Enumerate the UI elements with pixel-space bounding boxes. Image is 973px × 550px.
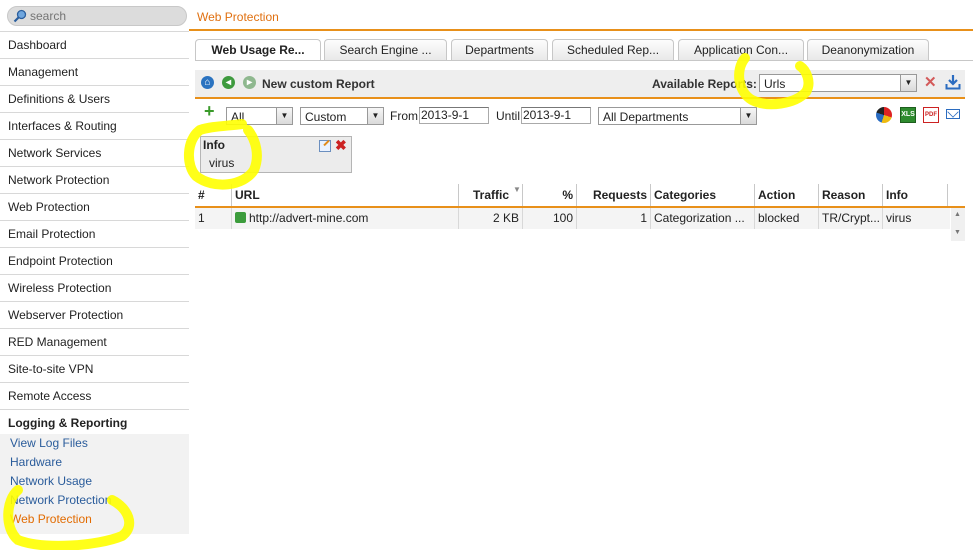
- close-icon[interactable]: ✕: [924, 73, 937, 91]
- download-icon[interactable]: [945, 74, 961, 90]
- new-custom-report-link[interactable]: New custom Report: [262, 77, 375, 91]
- sidebar: Dashboard Management Definitions & Users…: [0, 0, 189, 550]
- cell-info: virus: [882, 208, 948, 229]
- page-title: Web Protection: [197, 10, 279, 24]
- sidebar-item-remote-access[interactable]: Remote Access: [0, 383, 189, 410]
- sidebar-item-interfaces-routing[interactable]: Interfaces & Routing: [0, 113, 189, 140]
- subnav-item-network-protection[interactable]: Network Protection: [0, 491, 189, 510]
- sidebar-item-dashboard[interactable]: Dashboard: [0, 32, 189, 59]
- back-arrow-icon[interactable]: ◂: [222, 76, 235, 89]
- table-row[interactable]: 1 http://advert-mine.com 2 KB 100 1 Cate…: [195, 208, 950, 229]
- mail-icon[interactable]: [946, 109, 960, 119]
- column-header-reason[interactable]: Reason: [818, 184, 882, 206]
- header-divider: [189, 29, 973, 31]
- available-reports-select[interactable]: Urls ▼: [759, 74, 917, 92]
- column-header-url[interactable]: URL: [231, 184, 458, 206]
- sidebar-item-definitions-users[interactable]: Definitions & Users: [0, 86, 189, 113]
- report-toolbar: ⌂ ◂ ▸ New custom Report Available Report…: [195, 70, 965, 99]
- excel-icon[interactable]: XLS: [900, 107, 916, 123]
- range-value: Custom: [305, 110, 347, 124]
- edit-icon[interactable]: [319, 140, 331, 152]
- department-value: All Departments: [603, 110, 689, 124]
- sidebar-item-endpoint-protection[interactable]: Endpoint Protection: [0, 248, 189, 275]
- remove-icon[interactable]: ✖: [335, 137, 347, 154]
- tab-web-usage-report[interactable]: Web Usage Re...: [195, 39, 321, 61]
- scroll-up-icon[interactable]: ▲: [954, 211, 961, 218]
- sidebar-item-network-protection[interactable]: Network Protection: [0, 167, 189, 194]
- chevron-down-icon[interactable]: ▼: [367, 108, 383, 124]
- tab-deanonymization[interactable]: Deanonymization: [807, 39, 929, 60]
- cell-action: blocked: [754, 208, 818, 229]
- from-label: From: [390, 109, 418, 123]
- tab-scheduled-reports[interactable]: Scheduled Rep...: [552, 39, 674, 60]
- filter-bar: + All ▼ Custom ▼ From 2013-9-1 Until 201…: [195, 99, 965, 129]
- department-select[interactable]: All Departments ▼: [598, 107, 757, 125]
- add-icon[interactable]: +: [204, 102, 215, 120]
- cell-url[interactable]: http://advert-mine.com: [231, 208, 458, 229]
- until-date-field[interactable]: 2013-9-1: [521, 107, 591, 124]
- search-box[interactable]: [7, 6, 187, 26]
- column-header-action[interactable]: Action: [754, 184, 818, 206]
- chevron-down-icon[interactable]: ▼: [740, 108, 756, 124]
- cell-number: 1: [198, 211, 205, 225]
- column-header-number[interactable]: #: [195, 184, 231, 206]
- cell-reason: TR/Crypt...: [818, 208, 882, 229]
- info-filter-title: Info: [203, 138, 225, 152]
- pdf-icon[interactable]: PDF: [923, 107, 939, 123]
- sidebar-subnav: View Log Files Hardware Network Usage Ne…: [0, 434, 189, 534]
- sidebar-item-management[interactable]: Management: [0, 59, 189, 86]
- scrollbar[interactable]: ▲ ▼: [951, 208, 965, 241]
- search-input[interactable]: [30, 9, 180, 23]
- column-header-info[interactable]: Info: [882, 184, 948, 206]
- scope-select[interactable]: All ▼: [226, 107, 293, 125]
- until-label: Until: [496, 109, 521, 123]
- column-header-categories[interactable]: Categories: [650, 184, 754, 206]
- cell-url-text: http://advert-mine.com: [249, 211, 369, 225]
- tab-search-engine[interactable]: Search Engine ...: [324, 39, 447, 60]
- cell-percent: 100: [522, 208, 576, 229]
- available-reports-label: Available Reports:: [652, 77, 757, 91]
- column-header-traffic-label: Traffic: [472, 188, 509, 202]
- available-reports-value: Urls: [764, 77, 786, 91]
- home-icon[interactable]: ⌂: [201, 76, 214, 89]
- sidebar-item-red-management[interactable]: RED Management: [0, 329, 189, 356]
- range-select[interactable]: Custom ▼: [300, 107, 384, 125]
- chevron-down-icon[interactable]: ▼: [900, 75, 916, 91]
- subnav-item-hardware[interactable]: Hardware: [0, 453, 189, 472]
- chevron-down-icon[interactable]: ▼: [276, 108, 292, 124]
- from-date-field[interactable]: 2013-9-1: [419, 107, 489, 124]
- subnav-item-network-usage[interactable]: Network Usage: [0, 472, 189, 491]
- sidebar-item-wireless-protection[interactable]: Wireless Protection: [0, 275, 189, 302]
- sidebar-item-webserver-protection[interactable]: Webserver Protection: [0, 302, 189, 329]
- table-header: # URL Traffic ▼ % Requests Categories Ac…: [195, 184, 965, 208]
- cell-traffic: 2 KB: [458, 208, 522, 229]
- url-link-icon: [235, 212, 246, 223]
- scroll-down-icon[interactable]: ▼: [954, 229, 961, 236]
- subnav-item-web-protection[interactable]: Web Protection: [0, 510, 189, 529]
- info-filter-value: virus: [209, 156, 235, 170]
- nav-list: Dashboard Management Definitions & Users…: [0, 32, 189, 436]
- cell-requests: 1: [576, 208, 650, 229]
- pie-chart-icon[interactable]: [876, 107, 892, 123]
- forward-arrow-icon[interactable]: ▸: [243, 76, 256, 89]
- sidebar-item-email-protection[interactable]: Email Protection: [0, 221, 189, 248]
- search-icon: [13, 9, 27, 23]
- tab-departments[interactable]: Departments: [451, 39, 548, 60]
- sidebar-item-network-services[interactable]: Network Services: [0, 140, 189, 167]
- column-header-requests[interactable]: Requests: [576, 184, 650, 206]
- tab-underline: [195, 60, 973, 61]
- sidebar-item-web-protection[interactable]: Web Protection: [0, 194, 189, 221]
- cell-categories: Categorization ...: [650, 208, 754, 229]
- subnav-item-view-log-files[interactable]: View Log Files: [0, 434, 189, 453]
- column-header-percent[interactable]: %: [522, 184, 576, 206]
- tab-application-control[interactable]: Application Con...: [678, 39, 804, 60]
- info-filter-box: Info virus ✖: [200, 136, 352, 173]
- scope-value: All: [231, 110, 245, 124]
- sort-arrow-icon[interactable]: ▼: [513, 185, 521, 194]
- sidebar-item-logging-reporting[interactable]: Logging & Reporting: [0, 410, 189, 436]
- sidebar-item-site-to-site-vpn[interactable]: Site-to-site VPN: [0, 356, 189, 383]
